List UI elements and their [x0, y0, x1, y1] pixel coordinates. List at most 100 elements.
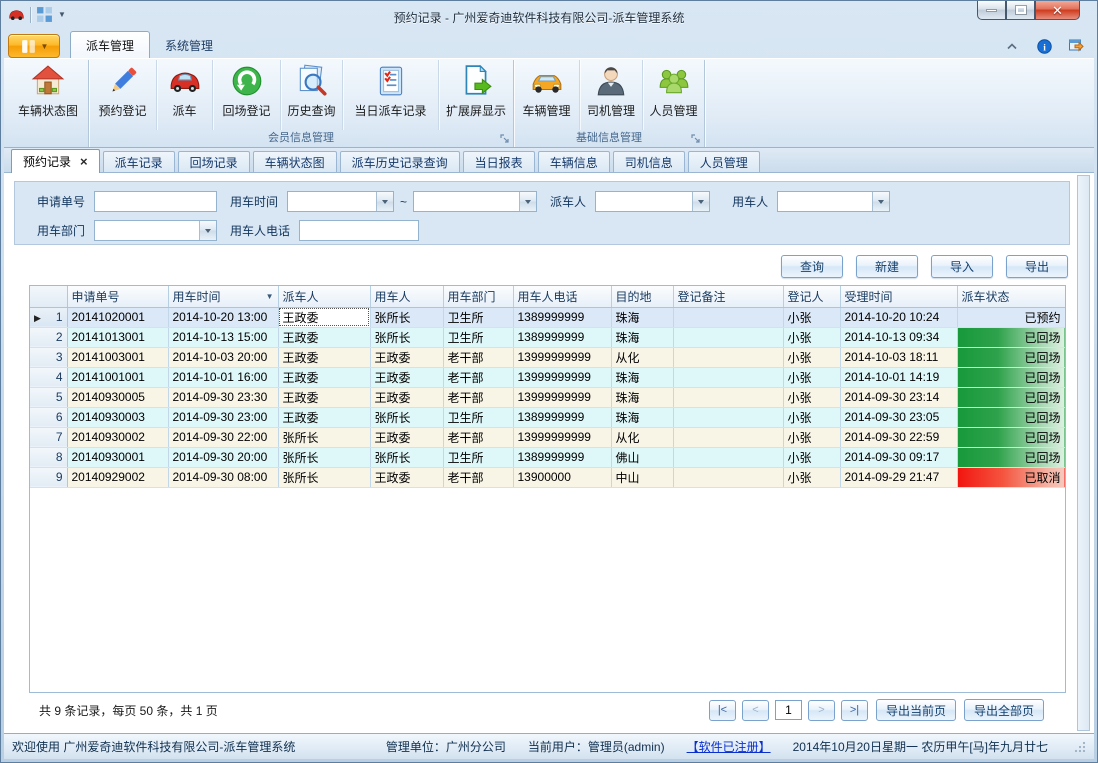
layout-grid-icon[interactable] [36, 6, 53, 23]
cell-phone[interactable]: 1389999999 [513, 327, 611, 347]
cell-dispatcher[interactable]: 王政委 [278, 367, 370, 387]
cell-status[interactable]: 已回场 [957, 407, 1065, 427]
cell-accept-time[interactable]: 2014-10-03 18:11 [840, 347, 957, 367]
cell-dest[interactable]: 从化 [611, 427, 673, 447]
ribbon-button[interactable]: 车辆管理 [514, 60, 580, 130]
ribbon-button[interactable]: 扩展屏显示 [439, 60, 513, 130]
table-row[interactable]: ▶1201410200012014-10-20 13:00王政委张所长卫生所13… [30, 307, 1065, 327]
column-header-use-time[interactable]: 用车时间▼ [168, 286, 278, 307]
row-indicator-cell[interactable]: 3 [30, 347, 67, 367]
cell-use-time[interactable]: 2014-09-30 08:00 [168, 467, 278, 487]
close-icon[interactable]: × [80, 155, 88, 168]
table-row[interactable]: 5201409300052014-09-30 23:30王政委王政委老干部139… [30, 387, 1065, 407]
cell-dept[interactable]: 卫生所 [443, 327, 513, 347]
cell-accept-time[interactable]: 2014-09-30 09:17 [840, 447, 957, 467]
cell-user[interactable]: 张所长 [370, 407, 443, 427]
cell-remark[interactable] [673, 427, 783, 447]
cell-status[interactable]: 已回场 [957, 367, 1065, 387]
cell-registrar[interactable]: 小张 [783, 347, 840, 367]
doc-tab[interactable]: 派车历史记录查询 [340, 151, 460, 172]
cell-user[interactable]: 王政委 [370, 367, 443, 387]
cell-status[interactable]: 已取消 [957, 467, 1065, 487]
cell-remark[interactable] [673, 447, 783, 467]
cell-registrar[interactable]: 小张 [783, 427, 840, 447]
info-icon[interactable]: i [1036, 38, 1052, 54]
cell-user[interactable]: 张所长 [370, 327, 443, 347]
cell-dept[interactable]: 卫生所 [443, 307, 513, 327]
query-button[interactable]: 查询 [781, 255, 843, 278]
ribbon-button[interactable]: 预约登记 [89, 60, 157, 130]
cell-phone[interactable]: 13999999999 [513, 347, 611, 367]
dept-combo[interactable] [94, 220, 217, 241]
chevron-down-icon[interactable] [519, 192, 536, 211]
cell-use-time[interactable]: 2014-10-01 16:00 [168, 367, 278, 387]
cell-apply-no[interactable]: 20140930003 [67, 407, 168, 427]
cell-remark[interactable] [673, 327, 783, 347]
cell-dest[interactable]: 珠海 [611, 367, 673, 387]
cell-accept-time[interactable]: 2014-10-01 14:19 [840, 367, 957, 387]
dialog-launcher-icon[interactable] [691, 134, 701, 144]
cell-use-time[interactable]: 2014-09-30 23:30 [168, 387, 278, 407]
cell-dest[interactable]: 中山 [611, 467, 673, 487]
sort-descending-icon[interactable]: ▼ [266, 292, 274, 301]
use-time-to-combo[interactable] [413, 191, 537, 212]
cell-dest[interactable]: 珠海 [611, 327, 673, 347]
ribbon-button[interactable]: 历史查询 [281, 60, 343, 130]
cell-dept[interactable]: 卫生所 [443, 447, 513, 467]
prev-page-button[interactable]: < [742, 700, 769, 721]
import-button[interactable]: 导入 [931, 255, 993, 278]
doc-tab[interactable]: 车辆状态图 [253, 151, 337, 172]
cell-apply-no[interactable]: 20140929002 [67, 467, 168, 487]
chevron-down-icon[interactable] [376, 192, 393, 211]
row-indicator-header[interactable] [30, 286, 67, 307]
cell-registrar[interactable]: 小张 [783, 447, 840, 467]
last-page-button[interactable]: >| [841, 700, 868, 721]
doc-tab[interactable]: 预约记录× [11, 149, 100, 173]
cell-dispatcher[interactable]: 王政委 [278, 307, 370, 327]
cell-registrar[interactable]: 小张 [783, 327, 840, 347]
cell-phone[interactable]: 1389999999 [513, 447, 611, 467]
cell-user[interactable]: 张所长 [370, 307, 443, 327]
cell-use-time[interactable]: 2014-09-30 20:00 [168, 447, 278, 467]
dispatcher-combo[interactable] [595, 191, 710, 212]
cell-phone[interactable]: 13999999999 [513, 387, 611, 407]
table-row[interactable]: 7201409300022014-09-30 22:00张所长王政委老干部139… [30, 427, 1065, 447]
cell-phone[interactable]: 1389999999 [513, 307, 611, 327]
collapse-ribbon-icon[interactable] [1004, 38, 1020, 54]
chevron-down-icon[interactable]: ▼ [58, 10, 66, 19]
cell-registrar[interactable]: 小张 [783, 307, 840, 327]
cell-accept-time[interactable]: 2014-09-30 22:59 [840, 427, 957, 447]
cell-dispatcher[interactable]: 张所长 [278, 467, 370, 487]
cell-user[interactable]: 王政委 [370, 467, 443, 487]
column-header-phone[interactable]: 用车人电话 [513, 286, 611, 307]
table-row[interactable]: 3201410030012014-10-03 20:00王政委王政委老干部139… [30, 347, 1065, 367]
column-header-dispatcher[interactable]: 派车人 [278, 286, 370, 307]
next-page-button[interactable]: > [808, 700, 835, 721]
table-row[interactable]: 2201410130012014-10-13 15:00王政委张所长卫生所138… [30, 327, 1065, 347]
row-indicator-cell[interactable]: 7 [30, 427, 67, 447]
application-menu-button[interactable]: ▼ [8, 34, 60, 58]
column-header-status[interactable]: 派车状态 [957, 286, 1065, 307]
cell-apply-no[interactable]: 20141013001 [67, 327, 168, 347]
cell-phone[interactable]: 13900000 [513, 467, 611, 487]
minimize-button[interactable] [977, 1, 1006, 20]
apply-no-input[interactable] [94, 191, 217, 212]
row-indicator-cell[interactable]: 9 [30, 467, 67, 487]
cell-dispatcher[interactable]: 王政委 [278, 407, 370, 427]
cell-phone[interactable]: 13999999999 [513, 427, 611, 447]
cell-user[interactable]: 王政委 [370, 347, 443, 367]
cell-dispatcher[interactable]: 张所长 [278, 447, 370, 467]
cell-apply-no[interactable]: 20141020001 [67, 307, 168, 327]
first-page-button[interactable]: |< [709, 700, 736, 721]
cell-status[interactable]: 已预约 [957, 307, 1065, 327]
cell-dept[interactable]: 老干部 [443, 347, 513, 367]
cell-status[interactable]: 已回场 [957, 387, 1065, 407]
close-button[interactable]: ✕ [1035, 1, 1080, 20]
cell-phone[interactable]: 1389999999 [513, 407, 611, 427]
cell-status[interactable]: 已回场 [957, 347, 1065, 367]
column-header-apply-no[interactable]: 申请单号 [67, 286, 168, 307]
cell-dept[interactable]: 卫生所 [443, 407, 513, 427]
row-indicator-cell[interactable]: 2 [30, 327, 67, 347]
table-row[interactable]: 8201409300012014-09-30 20:00张所长张所长卫生所138… [30, 447, 1065, 467]
cell-remark[interactable] [673, 367, 783, 387]
